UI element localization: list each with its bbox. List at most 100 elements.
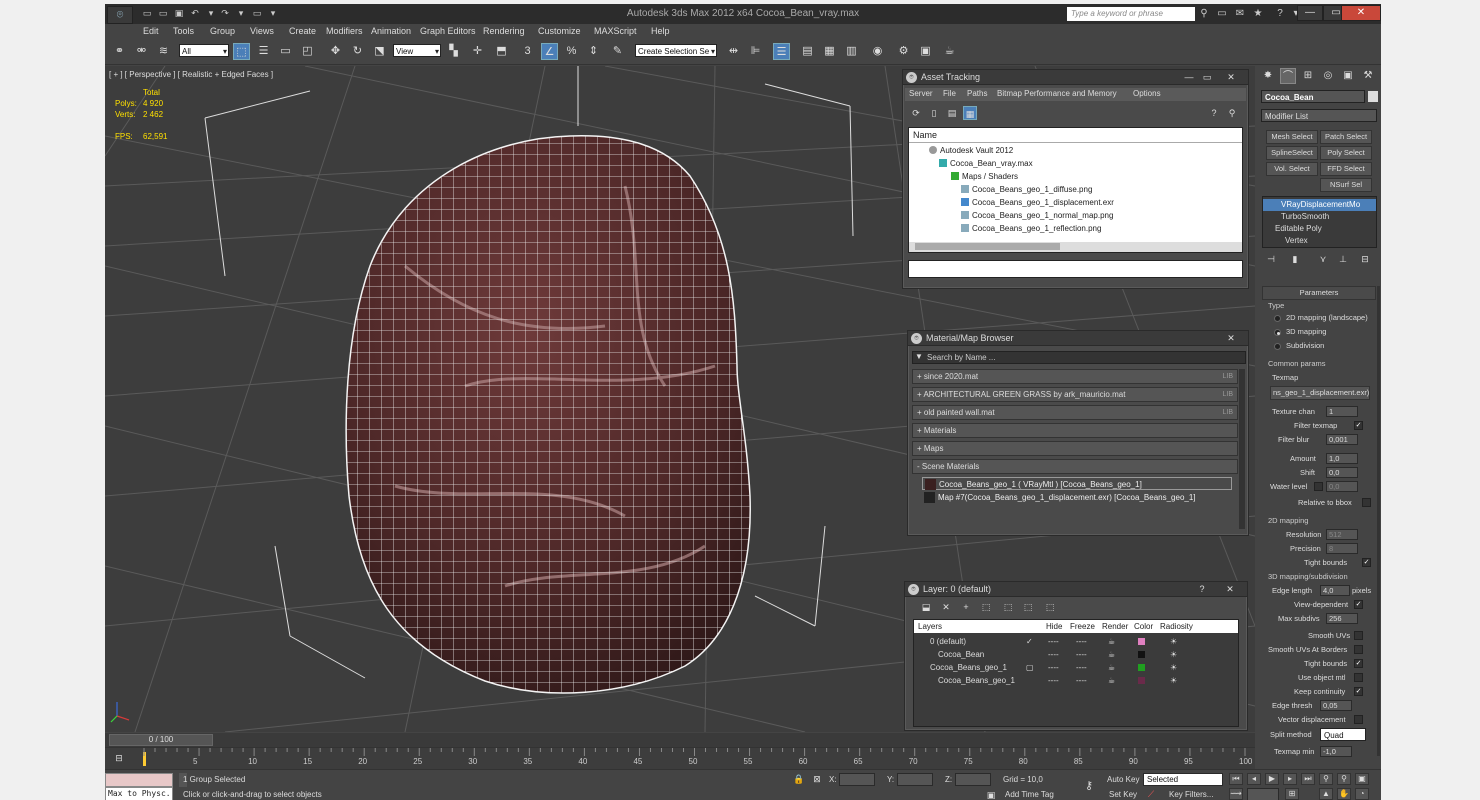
menu-group[interactable]: Group: [210, 26, 235, 36]
absolute-mode-icon[interactable]: ⊠: [811, 773, 823, 785]
freeze-cell[interactable]: ----: [1076, 661, 1087, 674]
water-level-checkbox[interactable]: [1314, 482, 1323, 491]
col-freeze[interactable]: Freeze: [1070, 620, 1095, 633]
menu-server[interactable]: Server: [909, 89, 933, 98]
vector-displacement-checkbox[interactable]: [1354, 715, 1363, 724]
asset-row[interactable]: Cocoa_Bean_vray.max: [909, 157, 1242, 170]
favorites-icon[interactable]: ★: [1251, 7, 1265, 21]
named-selection-dropdown[interactable]: Create Selection Se: [635, 44, 717, 58]
texmap-button[interactable]: ns_geo_1_displacement.exr): [1270, 386, 1370, 400]
keep-continuity-checkbox[interactable]: ✓: [1354, 687, 1363, 696]
key-filters-button[interactable]: Key Filters...: [1169, 790, 1213, 799]
menu-options[interactable]: Options: [1133, 89, 1161, 98]
split-method-dropdown[interactable]: Quad: [1320, 728, 1366, 741]
select-by-name-icon[interactable]: ☰: [255, 43, 272, 60]
rollout-library[interactable]: + old painted wall.mat LIB: [912, 405, 1238, 420]
help-icon[interactable]: ?: [1207, 106, 1221, 120]
align-icon[interactable]: ⊫: [747, 43, 764, 60]
pin-icon[interactable]: ⚲: [1225, 106, 1239, 120]
next-frame-icon[interactable]: ▸: [1283, 773, 1297, 785]
layer-color-swatch[interactable]: [1138, 677, 1145, 684]
close-icon[interactable]: ✕: [1223, 583, 1237, 595]
close-button[interactable]: ✕: [1341, 5, 1381, 21]
active-check[interactable]: ✓: [1026, 635, 1033, 648]
minimize-button[interactable]: —: [1297, 5, 1323, 21]
list-view-icon[interactable]: ▯: [927, 106, 941, 120]
radio-subdivision[interactable]: [1274, 343, 1281, 350]
mesh-select-button[interactable]: Mesh Select: [1266, 130, 1318, 144]
stack-item-vraydisplacement[interactable]: VRayDisplacementMo: [1263, 199, 1376, 211]
texture-chan-spinner[interactable]: 1: [1326, 406, 1358, 417]
radiosity-icon[interactable]: ☀: [1170, 674, 1177, 687]
asset-row[interactable]: Cocoa_Beans_geo_1_reflection.png: [909, 222, 1242, 235]
radio-2d-mapping[interactable]: [1274, 315, 1281, 322]
object-name-field[interactable]: Cocoa_Bean: [1261, 90, 1365, 103]
col-hide[interactable]: Hide: [1046, 620, 1062, 633]
delete-layer-icon[interactable]: ✕: [939, 600, 953, 614]
show-end-result-icon[interactable]: ▮: [1288, 252, 1302, 266]
scale-icon[interactable]: ⬔: [371, 43, 388, 60]
texmap-min-spinner[interactable]: -1,0: [1320, 746, 1352, 757]
add-time-tag[interactable]: Add Time Tag: [1005, 790, 1054, 799]
menu-tools[interactable]: Tools: [173, 26, 194, 36]
smooth-uvs-checkbox[interactable]: [1354, 631, 1363, 640]
teapot-icon[interactable]: ☕: [1108, 661, 1115, 674]
rotate-icon[interactable]: ↻: [349, 43, 366, 60]
tree-view-icon[interactable]: ▤: [945, 106, 959, 120]
layer-manager-icon[interactable]: ☰: [773, 43, 790, 60]
radiosity-icon[interactable]: ☀: [1170, 661, 1177, 674]
link-icon[interactable]: ⚭: [111, 43, 128, 60]
menu-help[interactable]: Help: [651, 26, 670, 36]
refresh-icon[interactable]: ⟳: [909, 106, 923, 120]
spline-select-button[interactable]: SplineSelect: [1266, 146, 1318, 160]
rollout-materials[interactable]: + Materials: [912, 423, 1238, 438]
menu-maxscript[interactable]: MAXScript: [594, 26, 637, 36]
layer-color-swatch[interactable]: [1138, 638, 1145, 645]
keyboard-shortcut-icon[interactable]: ⬒: [493, 43, 510, 60]
render-production-icon[interactable]: ☕: [941, 43, 958, 60]
search-input[interactable]: Type a keyword or phrase: [1067, 7, 1195, 21]
teapot-icon[interactable]: ☕: [1108, 674, 1115, 687]
menu-paths[interactable]: Paths: [967, 89, 987, 98]
tight-bounds-checkbox[interactable]: ✓: [1362, 558, 1371, 567]
edge-length-spinner[interactable]: 4,0: [1320, 585, 1350, 596]
asset-row[interactable]: Cocoa_Beans_geo_1_normal_map.png: [909, 209, 1242, 222]
y-coord-field[interactable]: [897, 773, 933, 786]
go-to-end-icon[interactable]: ⏭: [1301, 773, 1315, 785]
curve-editor-icon[interactable]: ▦: [821, 43, 838, 60]
tight-bounds-3d-checkbox[interactable]: ✓: [1354, 659, 1363, 668]
material-browser-titlebar[interactable]: ⌾ Material/Map Browser ✕: [908, 331, 1248, 346]
filter-texmap-checkbox[interactable]: ✓: [1354, 421, 1363, 430]
field-of-view-icon[interactable]: ▲: [1319, 788, 1333, 800]
patch-select-button[interactable]: Patch Select: [1320, 130, 1372, 144]
smooth-uvs-borders-checkbox[interactable]: [1354, 645, 1363, 654]
asset-row[interactable]: Maps / Shaders: [909, 170, 1242, 183]
select-object-icon[interactable]: ⬚: [233, 43, 250, 60]
vol-select-button[interactable]: Vol. Select: [1266, 162, 1318, 176]
rollout-library[interactable]: + since 2020.mat LIB: [912, 369, 1238, 384]
hide-all-icon[interactable]: ⬚: [1021, 600, 1035, 614]
view-dependent-checkbox[interactable]: ✓: [1354, 600, 1363, 609]
active-check[interactable]: ▢: [1026, 661, 1034, 674]
col-radiosity[interactable]: Radiosity: [1160, 620, 1193, 633]
water-level-spinner[interactable]: 0,0: [1326, 481, 1358, 492]
go-to-start-icon[interactable]: ⏮: [1229, 773, 1243, 785]
highlight-selected-icon[interactable]: ⬚: [1001, 600, 1015, 614]
name-column-header[interactable]: Name: [909, 128, 1242, 143]
menu-animation[interactable]: Animation: [371, 26, 411, 36]
teapot-icon[interactable]: ☕: [1108, 648, 1115, 661]
menu-create[interactable]: Create: [289, 26, 316, 36]
rollout-maps[interactable]: + Maps: [912, 441, 1238, 456]
stack-item-turbosmooth[interactable]: TurboSmooth: [1263, 211, 1376, 223]
motion-tab-icon[interactable]: ◎: [1320, 68, 1336, 84]
graphite-ribbon-icon[interactable]: ▤: [799, 43, 816, 60]
filter-blur-spinner[interactable]: 0,001: [1326, 434, 1358, 445]
modifier-list-dropdown[interactable]: Modifier List: [1261, 109, 1377, 122]
z-coord-field[interactable]: [955, 773, 991, 786]
resolution-spinner[interactable]: 512: [1326, 529, 1358, 540]
zoom-icon[interactable]: ⚲: [1319, 773, 1333, 785]
layer-row[interactable]: Cocoa_Bean ---- ---- ☕ ☀: [914, 648, 1238, 661]
vertical-scrollbar[interactable]: [1239, 369, 1245, 529]
menu-customize[interactable]: Customize: [538, 26, 581, 36]
time-config-icon[interactable]: ⊞: [1285, 788, 1299, 800]
